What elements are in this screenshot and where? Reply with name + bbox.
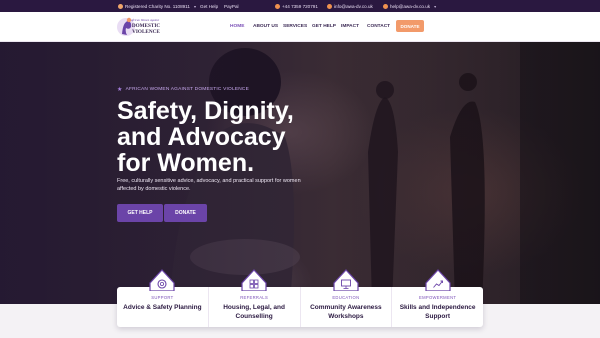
logo-text-line1: African Women Against — [130, 18, 159, 22]
hero-banner: ★ AFRICAN WOMEN AGAINST DOMESTIC VIOLENC… — [0, 42, 600, 304]
topbar-email-help[interactable]: help@awa-dv.co.uk ▾ — [383, 3, 436, 9]
mail-icon — [327, 3, 332, 9]
header-donate-button[interactable]: DONATE — [396, 20, 424, 32]
card-tag: SUPPORT — [151, 295, 174, 300]
nav-get-help[interactable]: GET HELP — [312, 24, 336, 29]
hero-headline: Safety, Dignity, and Advocacy for Women. — [117, 97, 294, 177]
nav-home[interactable]: HOME — [230, 24, 244, 29]
hero-donate-button[interactable]: DONATE — [164, 204, 207, 222]
nav-impact[interactable]: IMPACT — [341, 24, 359, 29]
hero-subtext: Free, culturally sensitive advice, advoc… — [117, 178, 301, 192]
growth-icon — [425, 269, 451, 291]
nav-services[interactable]: SERVICES — [283, 24, 307, 29]
service-card-support[interactable]: SUPPORT Advice & Safety Planning — [117, 269, 209, 327]
site-header: African Women Against DOMESTIC VIOLENCE … — [0, 12, 600, 42]
top-utility-bar: Registered Charity No. 1108911 ▾ Get Hel… — [0, 0, 600, 12]
topbar-email-info[interactable]: info@awa-dv.co.uk — [327, 3, 373, 9]
phone-icon — [275, 3, 280, 9]
services-card-row: SUPPORT Advice & Safety Planning REFERRA… — [117, 269, 483, 327]
card-title: Skills and Independence Support — [399, 304, 476, 320]
topbar-get-help-link[interactable]: Get Help — [200, 4, 218, 9]
hero-get-help-button[interactable]: GET HELP — [117, 204, 163, 222]
chevron-down-icon[interactable]: ▾ — [194, 4, 196, 9]
topbar-phone[interactable]: +44 7359 720791 — [275, 3, 318, 9]
nav-about-us[interactable]: ABOUT US — [253, 24, 278, 29]
service-card-empowerment[interactable]: EMPOWERMENT Skills and Independence Supp… — [392, 269, 483, 327]
presentation-icon — [333, 269, 359, 291]
card-tag: EMPOWERMENT — [418, 295, 457, 300]
nav-contact[interactable]: CONTACT — [367, 24, 390, 29]
lifebuoy-icon — [149, 269, 175, 291]
card-title: Advice & Safety Planning — [123, 304, 202, 311]
charity-number: Registered Charity No. 1108911 ▾ — [118, 3, 196, 9]
service-card-education[interactable]: EDUCATION Community Awareness Workshops — [301, 269, 393, 327]
logo-text-line3: VIOLENCE — [132, 29, 160, 35]
topbar-paypal-link[interactable]: PayPal — [224, 4, 239, 9]
logo[interactable]: African Women Against DOMESTIC VIOLENCE — [117, 14, 163, 40]
grid-icon — [241, 269, 267, 291]
mail-icon — [383, 3, 388, 9]
card-tag: REFERRALS — [240, 295, 269, 300]
card-title: Housing, Legal, and Counselling — [223, 304, 285, 320]
star-icon: ★ — [117, 87, 123, 93]
hero-eyebrow: ★ AFRICAN WOMEN AGAINST DOMESTIC VIOLENC… — [117, 87, 249, 93]
star-icon — [118, 3, 123, 9]
chevron-down-icon[interactable]: ▾ — [434, 4, 436, 9]
service-card-referrals[interactable]: REFERRALS Housing, Legal, and Counsellin… — [209, 269, 301, 327]
card-tag: EDUCATION — [332, 295, 360, 300]
card-title: Community Awareness Workshops — [310, 304, 382, 320]
